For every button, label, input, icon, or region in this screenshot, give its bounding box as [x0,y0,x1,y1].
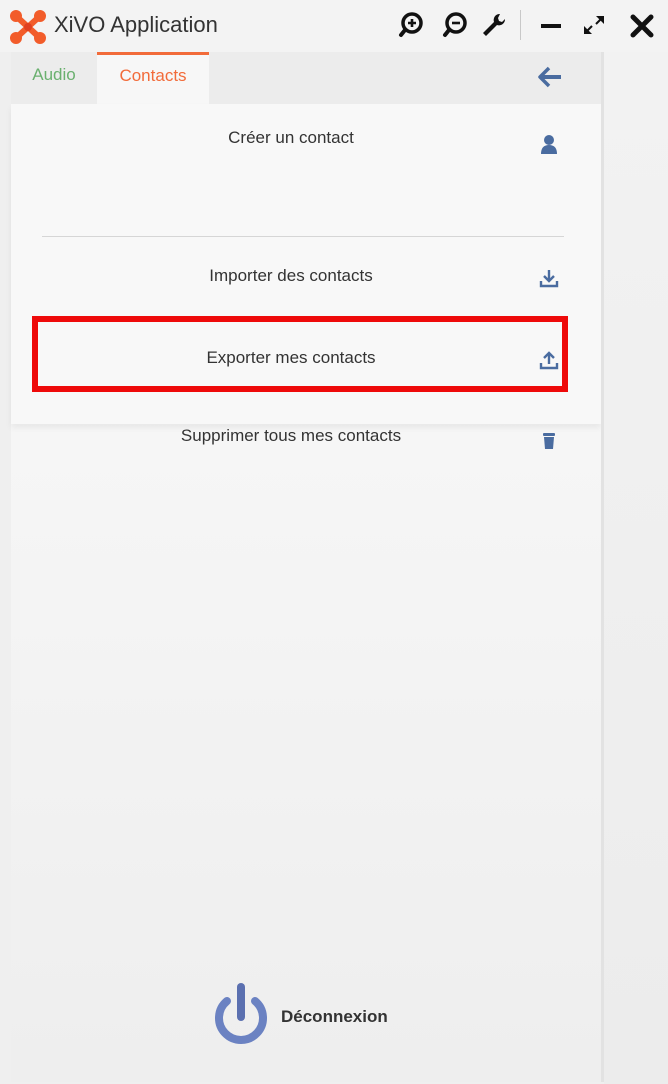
upload-icon [539,351,559,370]
main-area [604,52,668,1084]
menu-divider [42,236,564,237]
menu-item-export-contacts[interactable]: Exporter mes contacts [11,326,601,390]
trash-icon [543,433,555,449]
contacts-panel: Audio Contacts Créer un contact Importer… [11,52,601,1082]
logout-button[interactable]: Déconnexion [211,977,431,1047]
person-icon [541,135,557,154]
close-icon[interactable] [628,10,658,40]
arrow-left-icon[interactable] [537,64,563,90]
contacts-menu: Créer un contact Importer des contacts E… [11,104,601,449]
xivo-logo-icon [10,10,46,44]
power-icon [215,983,267,1044]
app-title: XiVO Application [54,12,218,37]
logout-label: Déconnexion [281,1007,388,1026]
tab-contacts[interactable]: Contacts [97,52,209,104]
title-bar: XiVO Application [0,0,668,52]
menu-item-label: Exporter mes contacts [206,348,376,367]
tab-audio[interactable]: Audio [11,52,97,104]
zoom-in-icon[interactable] [398,10,428,40]
minimize-icon[interactable] [537,10,567,40]
wrench-icon[interactable] [478,10,508,40]
menu-item-label: Créer un contact [228,128,354,147]
expand-icon[interactable] [580,10,610,40]
menu-item-label: Importer des contacts [209,266,373,285]
menu-item-delete-all-contacts[interactable]: Supprimer tous mes contacts [11,406,601,470]
menu-item-create-contact[interactable]: Créer un contact [11,104,601,174]
menu-item-import-contacts[interactable]: Importer des contacts [11,246,601,310]
zoom-out-icon[interactable] [442,10,472,40]
download-icon [539,270,559,288]
tab-bar: Audio Contacts [11,52,601,104]
menu-item-label: Supprimer tous mes contacts [180,426,402,445]
title-bar-separator [520,10,521,40]
